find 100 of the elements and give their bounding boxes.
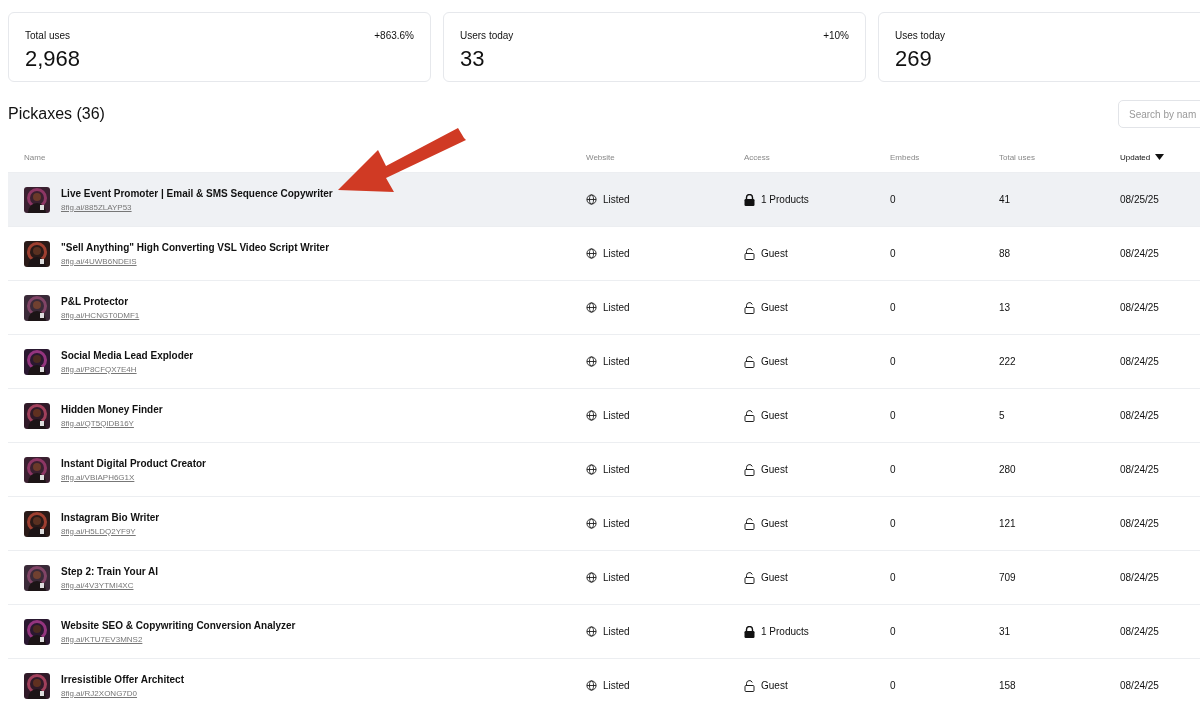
search-field[interactable]: Search by nam bbox=[1118, 100, 1200, 128]
globe-icon bbox=[586, 572, 597, 583]
updated-date: 08/24/25 bbox=[1120, 410, 1160, 421]
access-label: Guest bbox=[761, 680, 788, 691]
pickaxe-link[interactable]: 8fig.ai/885ZLAYP53 bbox=[61, 202, 132, 212]
embeds-cell-text: 0 bbox=[890, 518, 897, 529]
pickaxe-link[interactable]: 8fig.ai/RJ2XONG7D0 bbox=[61, 688, 138, 698]
website-status: Listed bbox=[603, 680, 630, 691]
stat-change: +863.6% bbox=[374, 30, 414, 41]
access-label: Guest bbox=[761, 356, 788, 367]
sort-down-icon bbox=[1155, 154, 1165, 160]
pickaxe-name: Website SEO & Copywriting Conversion Analyzer bbox=[61, 619, 296, 631]
stat-change: +10% bbox=[823, 30, 849, 41]
pickaxe-name: Instagram Bio Writer bbox=[61, 511, 160, 523]
updated-date: 08/24/25 bbox=[1120, 626, 1160, 637]
pickaxe-name: P&L Protector bbox=[61, 295, 130, 307]
globe-icon bbox=[586, 356, 597, 367]
pickaxe-link[interactable]: 8fig.ai/4V3YTMI4XC bbox=[61, 580, 134, 590]
updated-date: 08/24/25 bbox=[1120, 248, 1160, 259]
website-status: Listed bbox=[603, 572, 630, 583]
total-uses-cell-text: 158 bbox=[999, 680, 1017, 691]
updated-date: 08/24/25 bbox=[1120, 302, 1160, 313]
embeds-cell-text: 0 bbox=[890, 680, 897, 691]
updated-date: 08/24/25 bbox=[1120, 356, 1160, 367]
pickaxe-link[interactable]: 8fig.ai/4UWB6NDEIS bbox=[61, 256, 137, 266]
stat-label: Uses today bbox=[895, 30, 946, 41]
website-status: Listed bbox=[603, 410, 630, 421]
column-header[interactable]: Name bbox=[24, 152, 586, 162]
table-row[interactable]: Irresistible Offer Architect 8fig.ai/RJ2XONG7D0 Listed Guest 0 158 08/24/25 bbox=[8, 659, 1200, 710]
total-uses-cell-text: 31 bbox=[999, 626, 1012, 637]
website-status: Listed bbox=[603, 194, 630, 205]
website-status: Listed bbox=[603, 626, 630, 637]
table-row[interactable]: Instagram Bio Writer 8fig.ai/H5LDQ2YF9Y Listed Guest 0 121 08/24/25 bbox=[8, 497, 1200, 551]
pickaxe-link[interactable]: 8fig.ai/P8CFQX7E4H bbox=[61, 364, 137, 374]
embeds-cell-text: 0 bbox=[890, 356, 897, 367]
embeds-cell-text: 0 bbox=[890, 194, 897, 205]
stat-value: 269 bbox=[895, 46, 932, 71]
column-header[interactable]: Updated bbox=[1120, 152, 1200, 162]
website-status: Listed bbox=[603, 248, 630, 259]
section-title: Pickaxes (36) bbox=[8, 105, 105, 123]
stat-value: 33 bbox=[460, 46, 485, 71]
pickaxe-name: Social Media Lead Exploder bbox=[61, 349, 194, 361]
access-label: 1 Products bbox=[761, 626, 809, 637]
highlighted-row[interactable]: Live Event Promoter | Email & SMS Sequence Copywriter 8fig.ai/885ZLAYP53 Listed 1 Products 0 41 08/25/25 bbox=[8, 173, 1200, 227]
access-label: 1 Products bbox=[761, 194, 809, 205]
updated-date: 08/24/25 bbox=[1120, 572, 1160, 583]
total-uses-cell-text: 280 bbox=[999, 464, 1017, 475]
total-uses-cell-text: 121 bbox=[999, 518, 1017, 529]
globe-icon bbox=[586, 680, 597, 691]
table-row[interactable]: "Sell Anything" High Converting VSL Video Script Writer 8fig.ai/4UWB6NDEIS Listed Guest 0 88 08/24/25 bbox=[8, 227, 1200, 281]
column-header[interactable]: Access bbox=[744, 152, 890, 162]
stat-label: Total uses bbox=[25, 30, 71, 41]
pickaxe-name: Step 2: Train Your AI bbox=[61, 565, 159, 577]
total-uses-cell-text: 709 bbox=[999, 572, 1017, 583]
table-row[interactable]: Instant Digital Product Creator 8fig.ai/VBIAPH6G1X Listed Guest 0 280 08/24/25 bbox=[8, 443, 1200, 497]
pickaxe-name: Hidden Money Finder bbox=[61, 403, 163, 415]
total-uses-cell-text: 41 bbox=[999, 194, 1012, 205]
pickaxe-link[interactable]: 8fig.ai/HCNGT0DMF1 bbox=[61, 310, 140, 320]
stat-label: Users today bbox=[460, 30, 514, 41]
updated-date: 08/24/25 bbox=[1120, 464, 1160, 475]
website-status: Listed bbox=[603, 356, 630, 367]
website-status: Listed bbox=[603, 518, 630, 529]
website-status: Listed bbox=[603, 464, 630, 475]
embeds-cell-text: 0 bbox=[890, 464, 897, 475]
table-row[interactable]: Hidden Money Finder 8fig.ai/QT5QIDB16Y Listed Guest 0 5 08/24/25 bbox=[8, 389, 1200, 443]
table-row[interactable]: Website SEO & Copywriting Conversion Analyzer 8fig.ai/KTU7EV3MNS2 Listed 1 Products 0 31 08/24/25 bbox=[8, 605, 1200, 659]
access-label: Guest bbox=[761, 464, 788, 475]
access-label: Guest bbox=[761, 248, 788, 259]
pickaxe-link[interactable]: 8fig.ai/QT5QIDB16Y bbox=[61, 418, 134, 428]
stat-value: 2,968 bbox=[25, 46, 81, 71]
column-header[interactable]: Website bbox=[586, 152, 744, 162]
pickaxe-name: Irresistible Offer Architect bbox=[61, 673, 184, 685]
pickaxe-name: Instant Digital Product Creator bbox=[61, 457, 206, 469]
globe-icon bbox=[586, 194, 597, 205]
pickaxe-link[interactable]: 8fig.ai/H5LDQ2YF9Y bbox=[61, 526, 136, 536]
globe-icon bbox=[586, 410, 597, 421]
updated-date: 08/24/25 bbox=[1120, 680, 1160, 691]
globe-icon bbox=[586, 464, 597, 475]
table-row[interactable]: P&L Protector 8fig.ai/HCNGT0DMF1 Listed Guest 0 13 08/24/25 bbox=[8, 281, 1200, 335]
pickaxe-name: "Sell Anything" High Converting VSL Video Script Writer bbox=[61, 241, 330, 253]
access-label: Guest bbox=[761, 518, 788, 529]
updated-date: 08/25/25 bbox=[1120, 194, 1160, 205]
embeds-cell-text: 0 bbox=[890, 572, 897, 583]
total-uses-cell-text: 13 bbox=[999, 302, 1012, 313]
total-uses-cell-text: 222 bbox=[999, 356, 1017, 367]
total-uses-cell-text: 88 bbox=[999, 248, 1012, 259]
embeds-cell-text: 0 bbox=[890, 302, 897, 313]
embeds-cell-text: 0 bbox=[890, 626, 897, 637]
globe-icon bbox=[586, 248, 597, 259]
table-row[interactable]: Step 2: Train Your AI 8fig.ai/4V3YTMI4XC Listed Guest 0 709 08/24/25 bbox=[8, 551, 1200, 605]
access-label: Guest bbox=[761, 410, 788, 421]
table-row[interactable]: Social Media Lead Exploder 8fig.ai/P8CFQX7E4H Listed Guest 0 222 08/24/25 bbox=[8, 335, 1200, 389]
updated-date: 08/24/25 bbox=[1120, 518, 1160, 529]
column-header[interactable]: Total uses bbox=[999, 152, 1120, 162]
pickaxe-link[interactable]: 8fig.ai/VBIAPH6G1X bbox=[61, 472, 135, 482]
access-label: Guest bbox=[761, 572, 788, 583]
access-label: Guest bbox=[761, 302, 788, 313]
pickaxe-link[interactable]: 8fig.ai/KTU7EV3MNS2 bbox=[61, 634, 143, 644]
column-header[interactable]: Embeds bbox=[890, 152, 999, 162]
globe-icon bbox=[586, 626, 597, 637]
